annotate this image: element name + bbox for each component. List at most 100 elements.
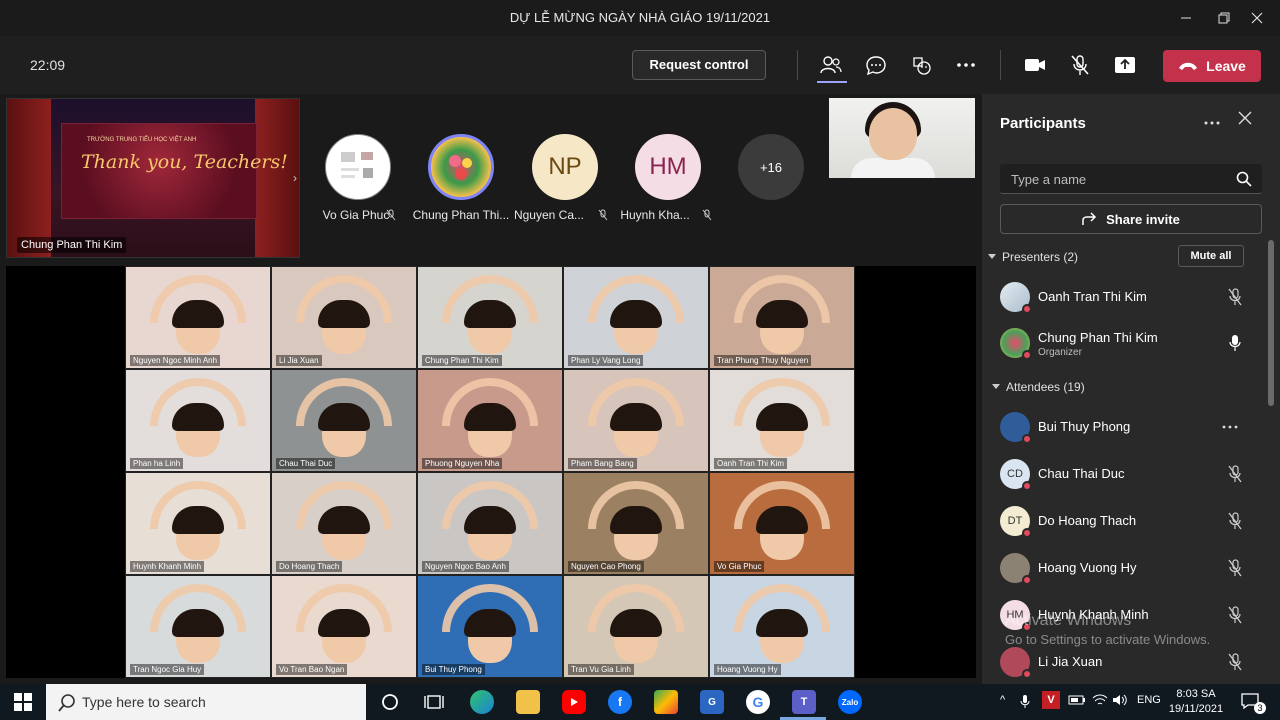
cortana-button[interactable] (378, 690, 402, 714)
chrome-google-icon[interactable]: G (746, 690, 770, 714)
window-title: DỰ LỄ MỪNG NGÀY NHÀ GIÁO 19/11/2021 (509, 10, 771, 25)
teams-app-icon[interactable]: T (792, 690, 816, 714)
share-invite-button[interactable]: Share invite (1000, 204, 1262, 234)
video-tile-name: Li Jia Xuan (276, 355, 322, 366)
participant-bubble-active[interactable] (428, 134, 494, 200)
file-explorer-icon[interactable] (516, 690, 540, 714)
taskbar-search-placeholder: Type here to search (82, 694, 206, 710)
start-button[interactable] (11, 690, 35, 714)
facebook-app-icon[interactable]: f (608, 690, 632, 714)
attendees-section-header[interactable]: Attendees (19) (992, 380, 1085, 394)
more-participants-bubble[interactable]: +16 (738, 134, 804, 200)
input-language[interactable]: ENG (1137, 694, 1161, 706)
video-tile: Chau Thai Duc (271, 369, 417, 472)
wifi-icon[interactable] (1092, 694, 1108, 709)
mute-all-button[interactable]: Mute all (1178, 245, 1244, 267)
video-tile-name: Phan Ly Vang Long (568, 355, 644, 366)
more-icon[interactable] (1222, 418, 1238, 436)
taskbar-search[interactable]: Type here to search (46, 684, 366, 720)
chat-button[interactable] (861, 50, 891, 80)
share-content-button[interactable] (1110, 50, 1140, 80)
mic-on-icon[interactable] (1228, 334, 1242, 352)
participant-bubble[interactable]: HM (635, 134, 701, 200)
system-clock[interactable]: 8:03 SA 19/11/2021 (1166, 687, 1226, 717)
video-tile: Oanh Tran Thi Kim (709, 369, 855, 472)
participant-row[interactable]: DT Do Hoang Thach (982, 498, 1270, 544)
chevron-right-icon[interactable]: › (293, 171, 297, 185)
video-tile: Hoang Vuong Hy (709, 575, 855, 678)
mic-off-icon (1071, 55, 1089, 75)
edge-app-icon[interactable] (470, 690, 494, 714)
participants-button[interactable] (816, 50, 846, 80)
search-icon[interactable] (1236, 171, 1252, 187)
video-tile-name: Vo Tran Bao Ngan (276, 664, 348, 675)
chevron-down-icon (988, 254, 996, 259)
shared-content-thumbnail[interactable]: TRƯỜNG TRUNG TIỂU HỌC VIỆT ANH Thank you… (6, 98, 300, 258)
panel-title: Participants (1000, 115, 1086, 132)
youtube-app-icon[interactable] (562, 690, 586, 714)
participant-row[interactable]: Oanh Tran Thi Kim (982, 274, 1270, 320)
mic-off-icon[interactable] (1228, 559, 1242, 577)
participant-row[interactable]: Bui Thuy Phong (982, 404, 1270, 450)
presenter-label: Chung Phan Thi Kim (17, 237, 127, 253)
activate-windows-watermark: Activate Windows Go to Settings to activ… (1005, 612, 1210, 647)
participant-face (464, 300, 516, 354)
meeting-toolbar: 22:09 Request control Leave (0, 36, 1280, 94)
close-icon (1251, 12, 1263, 24)
task-view-button[interactable] (422, 690, 446, 714)
participant-row[interactable]: CD Chau Thai Duc (982, 451, 1270, 497)
video-tile: Li Jia Xuan (271, 266, 417, 369)
request-control-button[interactable]: Request control (632, 50, 766, 80)
teams-meeting-window: DỰ LỄ MỪNG NGÀY NHÀ GIÁO 19/11/2021 22:0… (0, 0, 1280, 720)
leave-label: Leave (1206, 58, 1246, 74)
panel-close-button[interactable] (1238, 110, 1252, 130)
participant-bubble[interactable]: NP (532, 134, 598, 200)
mic-off-icon[interactable] (1228, 512, 1242, 530)
video-grid: Nguyen Ngoc Minh Anh Li Jia Xuan Chung Pha… (125, 266, 855, 678)
meeting-timer: 22:09 (30, 57, 66, 73)
more-actions-button[interactable] (951, 50, 981, 80)
mic-off-icon[interactable] (1228, 653, 1242, 671)
participant-row[interactable]: Hoang Vuong Hy (982, 545, 1270, 591)
video-tile: Do Hoang Thach (271, 472, 417, 575)
mic-off-icon[interactable] (1228, 606, 1242, 624)
participant-search-input[interactable] (1000, 164, 1230, 194)
battery-icon[interactable] (1068, 694, 1086, 709)
participant-face (318, 506, 370, 560)
video-tile-name: Bui Thuy Phong (422, 664, 485, 675)
close-window-button[interactable] (1234, 0, 1280, 36)
zalo-app-icon[interactable]: Zalo (838, 690, 862, 714)
participant-search (1000, 164, 1262, 194)
mic-off-icon[interactable] (1228, 465, 1242, 483)
participant-row[interactable]: Chung Phan Thi Kim Organizer (982, 320, 1270, 366)
video-tile: Chung Phan Thi Kim (417, 266, 563, 369)
panel-scrollbar[interactable] (1268, 240, 1274, 406)
google-meet-icon[interactable] (654, 690, 678, 714)
participant-name: Chung Phan Thi Kim (1038, 330, 1158, 345)
status-dot (1022, 304, 1032, 314)
presenters-section-header[interactable]: Presenters (2) (988, 250, 1078, 264)
participant-face (756, 403, 808, 457)
participant-bubble[interactable] (325, 134, 391, 200)
participant-bubble-name: Chung Phan Thi... (412, 208, 510, 222)
translate-app-icon[interactable]: G (700, 690, 724, 714)
chat-icon (866, 56, 886, 75)
volume-icon[interactable] (1112, 694, 1128, 709)
leave-button[interactable]: Leave (1163, 50, 1261, 82)
video-tile-name: Pham Bang Bang (568, 458, 637, 469)
panel-more-button[interactable] (1204, 112, 1220, 130)
video-tile-name: Tran Ngoc Gia Huy (130, 664, 205, 675)
video-tile: Nguyen Ngoc Minh Anh (125, 266, 271, 369)
camera-button[interactable] (1020, 50, 1050, 80)
reactions-button[interactable] (906, 50, 936, 80)
vivaldi-tray-icon[interactable]: V (1042, 691, 1060, 709)
tray-overflow-icon[interactable]: ^ (1000, 694, 1005, 706)
video-tile: Huynh Khanh Minh (125, 472, 271, 575)
mic-tray-icon[interactable] (1020, 694, 1030, 711)
participant-face (464, 403, 516, 457)
participant-role: Organizer (1038, 347, 1082, 358)
stage-curtain-left (7, 99, 51, 257)
participant-face (756, 506, 808, 560)
mic-button[interactable] (1065, 50, 1095, 80)
mic-off-icon[interactable] (1228, 288, 1242, 306)
